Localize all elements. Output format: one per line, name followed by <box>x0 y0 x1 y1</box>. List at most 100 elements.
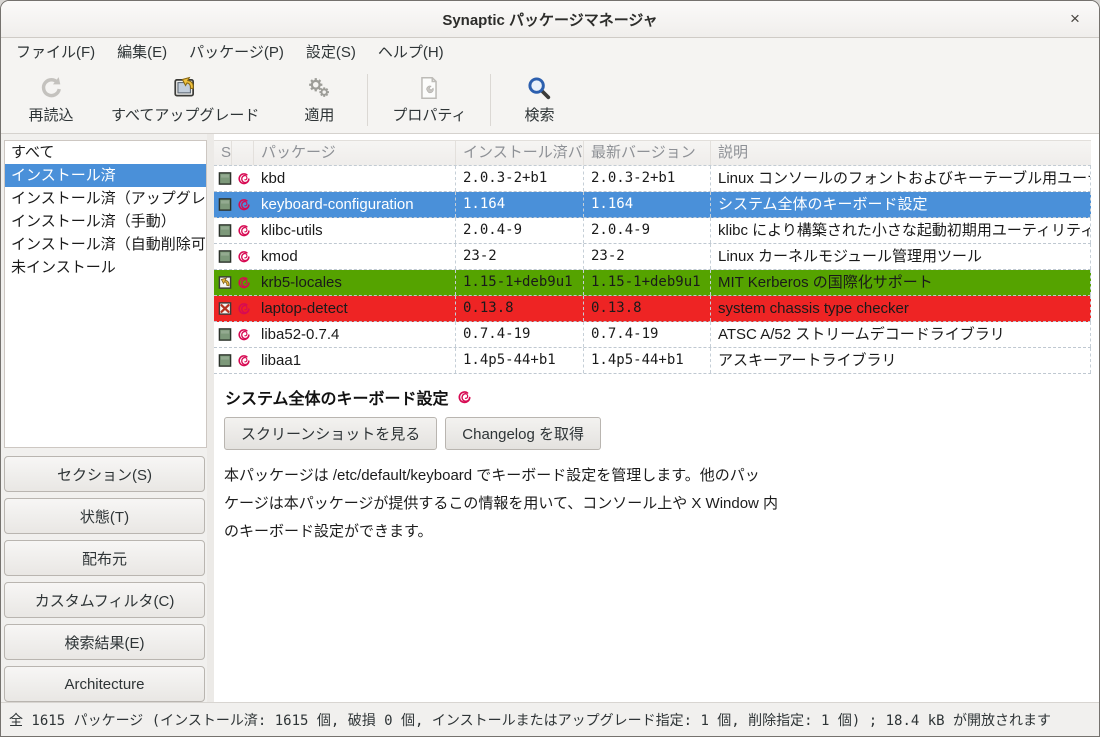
titlebar[interactable]: Synaptic パッケージマネージャ × <box>1 1 1099 38</box>
column-header[interactable]: パッケージ <box>254 141 456 165</box>
column-header[interactable]: インストール済バ <box>456 141 584 165</box>
debian-swirl-icon <box>237 276 251 290</box>
get-changelog-button[interactable]: Changelog を取得 <box>445 417 601 450</box>
description-cell: MIT Kerberos の国際化サポート <box>711 270 1091 295</box>
table-row[interactable]: liba52-0.7.40.7.4-190.7.4-19ATSC A/52 スト… <box>214 322 1091 348</box>
package-name-cell: kbd <box>254 166 456 191</box>
toolbar-button-5[interactable]: 検索 <box>497 71 581 129</box>
sidebar-button[interactable]: セクション(S) <box>4 456 205 492</box>
column-header[interactable]: 説明 <box>711 141 1091 165</box>
description-line: のキーボード設定ができます。 <box>224 518 914 546</box>
sidebar-button[interactable]: 配布元 <box>4 540 205 576</box>
installed-checkbox-icon <box>218 223 232 238</box>
table-row[interactable]: kmod23-223-2Linux カーネルモジュール管理用ツール <box>214 244 1091 270</box>
package-table-body: kbd2.0.3-2+b12.0.3-2+b1Linux コンソールのフォントお… <box>214 166 1091 374</box>
package-description: 本パッケージは /etc/default/keyboard でキーボード設定を管… <box>224 462 914 546</box>
installed-version-cell: 0.7.4-19 <box>456 322 584 347</box>
status-cell <box>214 270 232 295</box>
main-panel: Sパッケージインストール済バ最新バージョン説明 kbd2.0.3-2+b12.0… <box>214 134 1099 702</box>
latest-version-cell: 2.0.4-9 <box>584 218 711 243</box>
window-title: Synaptic パッケージマネージャ <box>442 9 657 30</box>
details-title-row: システム全体のキーボード設定 <box>225 385 1089 409</box>
package-name-cell: libaa1 <box>254 348 456 373</box>
menu-item[interactable]: ファイル(F) <box>5 38 106 67</box>
latest-version-cell: 1.4p5-44+b1 <box>584 348 711 373</box>
toolbar-button-label: 検索 <box>524 104 554 125</box>
installed-version-cell: 2.0.3-2+b1 <box>456 166 584 191</box>
table-row[interactable]: laptop-detect0.13.80.13.8system chassis … <box>214 296 1091 322</box>
column-header[interactable] <box>232 141 254 165</box>
description-cell: klibc により構築された小さな起動初期用ユーティリティ <box>711 218 1091 243</box>
status-cell <box>214 218 232 243</box>
sidebar-splitter[interactable] <box>207 134 214 702</box>
view-screenshot-button[interactable]: スクリーンショットを見る <box>224 417 437 450</box>
table-row[interactable]: krb5-locales1.15-1+deb9u11.15-1+deb9u1MI… <box>214 270 1091 296</box>
latest-version-cell: 2.0.3-2+b1 <box>584 166 711 191</box>
synaptic-window: Synaptic パッケージマネージャ × ファイル(F)編集(E)パッケージ(… <box>0 0 1100 737</box>
package-name-cell: laptop-detect <box>254 296 456 321</box>
table-row[interactable]: keyboard-configuration1.1641.164システム全体のキ… <box>214 192 1091 218</box>
package-table: Sパッケージインストール済バ最新バージョン説明 kbd2.0.3-2+b12.0… <box>214 140 1099 374</box>
sidebar-buttons: セクション(S) 状態(T) 配布元カスタムフィルタ(C) 検索結果(E) Archit… <box>4 456 205 702</box>
filter-item[interactable]: インストール済（アップグレ <box>5 187 206 210</box>
upgrade-marked-icon <box>218 275 232 290</box>
installed-version-cell: 23-2 <box>456 244 584 269</box>
toolbar-separator <box>367 74 368 126</box>
status-cell <box>214 348 232 373</box>
statusbar-text: 全 1615 パッケージ (インストール済: 1615 個, 破損 0 個, イ… <box>9 710 1051 730</box>
filter-item[interactable]: 未インストール <box>5 256 206 279</box>
latest-version-cell: 23-2 <box>584 244 711 269</box>
installed-version-cell: 0.13.8 <box>456 296 584 321</box>
origin-cell <box>232 192 254 217</box>
origin-cell <box>232 296 254 321</box>
close-icon[interactable]: × <box>1063 7 1087 31</box>
menu-item[interactable]: 編集(E) <box>106 38 178 67</box>
installed-version-cell: 1.164 <box>456 192 584 217</box>
status-cell <box>214 322 232 347</box>
debian-swirl-icon <box>237 302 251 316</box>
toolbar-button-3[interactable]: 適用 <box>277 71 361 129</box>
status-cell <box>214 244 232 269</box>
column-header[interactable]: 最新バージョン <box>584 141 711 165</box>
sidebar-button[interactable]: 状態(T) <box>4 498 205 534</box>
remove-marked-icon <box>218 301 232 316</box>
toolbar-button-2[interactable]: すべてアップグレード <box>93 71 277 129</box>
sidebar: すべてインストール済インストール済（アップグレインストール済（手動）インストール… <box>1 134 207 702</box>
filter-item[interactable]: インストール済（手動） <box>5 210 206 233</box>
column-header[interactable]: S <box>214 141 232 165</box>
content: すべてインストール済インストール済（アップグレインストール済（手動）インストール… <box>1 134 1099 702</box>
table-row[interactable]: klibc-utils2.0.4-92.0.4-9klibc により構築された小… <box>214 218 1091 244</box>
debian-swirl-icon <box>237 172 251 186</box>
menubar: ファイル(F)編集(E)パッケージ(P)設定(S)ヘルプ(H) <box>1 38 1099 67</box>
toolbar-button-1[interactable]: 再読込 <box>9 71 93 129</box>
filter-item[interactable]: インストール済 <box>5 164 206 187</box>
menu-item[interactable]: ヘルプ(H) <box>367 38 455 67</box>
debian-swirl-icon <box>237 354 251 368</box>
filter-item[interactable]: すべて <box>5 141 206 164</box>
installed-checkbox-icon <box>218 197 232 212</box>
properties-icon <box>416 75 442 101</box>
table-row[interactable]: kbd2.0.3-2+b12.0.3-2+b1Linux コンソールのフォントお… <box>214 166 1091 192</box>
origin-cell <box>232 218 254 243</box>
installed-checkbox-icon <box>218 353 232 368</box>
sidebar-button[interactable]: 検索結果(E) <box>4 624 205 660</box>
sidebar-button[interactable]: カスタムフィルタ(C) <box>4 582 205 618</box>
installed-checkbox-icon <box>218 249 232 264</box>
origin-cell <box>232 166 254 191</box>
table-row[interactable]: libaa11.4p5-44+b11.4p5-44+b1アスキーアートライブラリ <box>214 348 1091 374</box>
description-cell: Linux カーネルモジュール管理用ツール <box>711 244 1091 269</box>
description-cell: Linux コンソールのフォントおよびキーテーブル用ユーテ <box>711 166 1091 191</box>
toolbar-button-4[interactable]: プロパティ <box>374 71 484 129</box>
sidebar-button[interactable]: Architecture <box>4 666 205 702</box>
package-name-cell: kmod <box>254 244 456 269</box>
menu-item[interactable]: パッケージ(P) <box>178 38 295 67</box>
status-cell <box>214 192 232 217</box>
origin-cell <box>232 348 254 373</box>
package-name-cell: liba52-0.7.4 <box>254 322 456 347</box>
menu-item[interactable]: 設定(S) <box>295 38 367 67</box>
debian-swirl-icon <box>237 328 251 342</box>
filter-item[interactable]: インストール済（自動削除可 <box>5 233 206 256</box>
installed-version-cell: 2.0.4-9 <box>456 218 584 243</box>
toolbar-button-label: 適用 <box>304 104 334 125</box>
status-cell <box>214 296 232 321</box>
